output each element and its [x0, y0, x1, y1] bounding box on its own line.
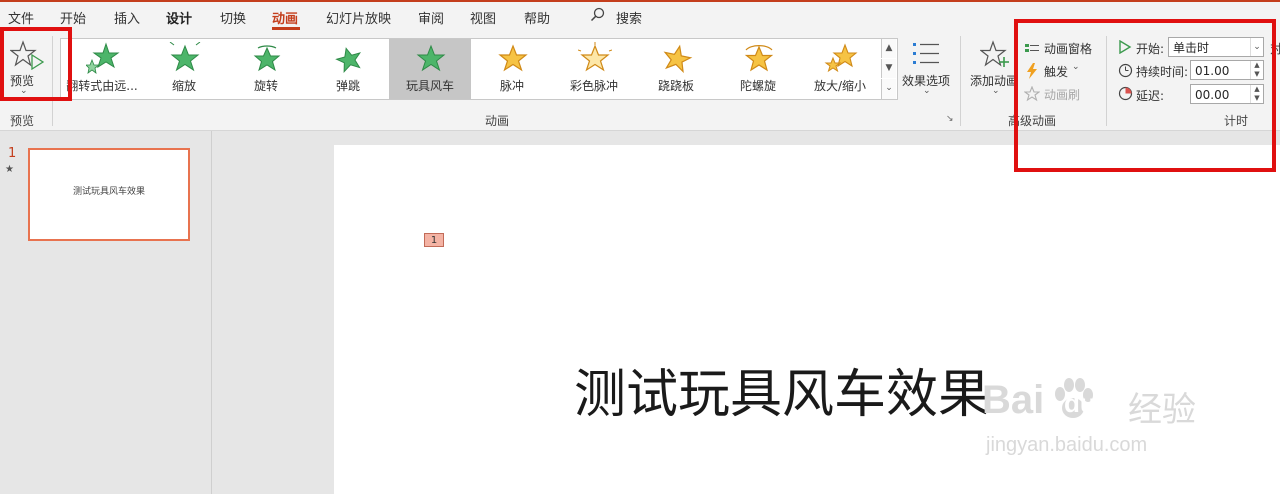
add-animation-button[interactable]: 添加动画 ⌄ — [966, 38, 1020, 100]
effect-options-icon — [913, 43, 939, 64]
teeter-star-icon — [663, 44, 693, 74]
gallery-item-teeter[interactable]: 跷跷板 — [635, 39, 717, 99]
gallery-item-label: 放大/缩小 — [813, 79, 867, 93]
dialog-launcher-icon[interactable]: ↘ — [946, 114, 954, 124]
group-label-animation: 动画 — [485, 114, 510, 128]
watermark-logo: Bai du 经验 jingyan.baidu.com — [982, 378, 1212, 462]
watermark-logo-right: du — [1064, 388, 1096, 418]
animation-gallery: 翻转式由远... 缩放 旋转 弹跳 玩具风车 脉冲 彩色脉冲 跷跷板 陀螺旋 放… — [60, 38, 898, 100]
thumbnail-title: 测试玩具风车效果 — [72, 187, 145, 197]
highlight-box-timing — [1014, 19, 1276, 172]
watermark-url: jingyan.baidu.com — [986, 434, 1148, 456]
gallery-item-label: 彩色脉冲 — [569, 79, 618, 93]
gallery-item-label: 跷跷板 — [657, 79, 694, 93]
active-tab-indicator — [272, 27, 300, 30]
gallery-item-label: 脉冲 — [499, 79, 524, 93]
gallery-item-zoom[interactable]: 缩放 — [143, 39, 225, 99]
gallery-item-grow-shrink[interactable]: 放大/缩小 — [799, 39, 881, 99]
gallery-expand[interactable]: ⌄ — [881, 79, 896, 99]
chevron-down-icon: ⌄ — [923, 86, 931, 96]
tab-review[interactable]: 审阅 — [418, 8, 444, 27]
gallery-item-label: 弹跳 — [335, 79, 360, 93]
animation-star-icon: ★ — [5, 164, 14, 175]
spin-star-icon — [253, 45, 281, 72]
divider — [960, 36, 961, 126]
tab-file[interactable]: 文件 — [8, 8, 34, 27]
tab-animations[interactable]: 动画 — [272, 8, 298, 27]
gallery-item-bounce[interactable]: 弹跳 — [307, 39, 389, 99]
tab-slideshow[interactable]: 幻灯片放映 — [326, 8, 391, 27]
tab-home[interactable]: 开始 — [60, 8, 86, 27]
add-animation-star-icon — [980, 40, 1009, 67]
group-label-preview: 预览 — [10, 114, 35, 128]
gallery-item-pulse[interactable]: 脉冲 — [471, 39, 553, 99]
grow-shrink-star-icon — [824, 43, 858, 73]
gallery-item-label: 缩放 — [171, 79, 196, 93]
gallery-item-fly-flip[interactable]: 翻转式由远... — [61, 39, 143, 99]
effect-options-button[interactable]: 效果选项 ⌄ — [900, 38, 956, 100]
tab-design[interactable]: 设计 — [166, 8, 192, 27]
tab-view[interactable]: 视图 — [470, 8, 496, 27]
watermark-brand: 经验 — [1128, 391, 1196, 429]
tab-insert[interactable]: 插入 — [114, 8, 140, 27]
animation-order-badge[interactable]: 1 — [424, 233, 444, 247]
gallery-item-label: 旋转 — [253, 79, 278, 93]
tab-help[interactable]: 帮助 — [524, 8, 550, 27]
gallery-item-spin[interactable]: 旋转 — [225, 39, 307, 99]
pinwheel-star-icon — [416, 44, 446, 72]
gallery-item-color-pulse[interactable]: 彩色脉冲 — [553, 39, 635, 99]
gallery-item-label: 陀螺旋 — [739, 79, 776, 93]
bounce-star-icon — [335, 47, 362, 73]
search-icon[interactable] — [590, 7, 606, 27]
chevron-down-icon: ⌄ — [992, 86, 1000, 96]
slide-title[interactable]: 测试玩具风车效果 — [574, 352, 990, 427]
gallery-scroll-down[interactable]: ▼ — [881, 59, 896, 78]
slide-thumbnail[interactable]: 测试玩具风车效果 — [28, 148, 190, 241]
gallery-scroll-up[interactable]: ▲ — [881, 39, 896, 58]
gallery-item-label: 翻转式由远... — [66, 79, 138, 93]
gyro-star-icon — [744, 45, 774, 72]
pulse-star-icon — [498, 44, 528, 72]
color-pulse-star-icon — [578, 42, 612, 72]
gallery-item-spin-gyro[interactable]: 陀螺旋 — [717, 39, 799, 99]
flip-star-icon — [86, 42, 120, 74]
tab-transitions[interactable]: 切换 — [220, 8, 246, 27]
highlight-box-preview — [0, 27, 72, 101]
gallery-item-pinwheel[interactable]: 玩具风车 — [389, 39, 471, 99]
zoom-star-icon — [169, 42, 201, 72]
watermark-logo-left: Bai — [982, 378, 1045, 422]
search-label[interactable]: 搜索 — [616, 8, 642, 27]
gallery-item-label: 玩具风车 — [405, 79, 454, 93]
slide-number: 1 — [8, 146, 17, 161]
